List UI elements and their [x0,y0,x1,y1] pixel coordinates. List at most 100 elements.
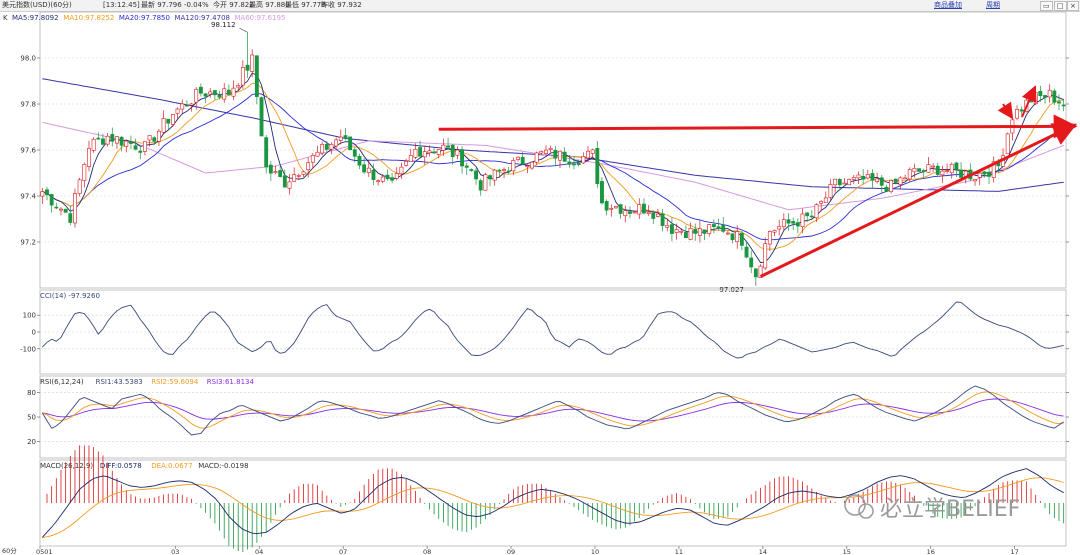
candle-body [618,204,623,214]
down-arrow [997,101,1014,120]
candle-body [959,169,964,178]
rsi-tick-label: 80 [27,389,36,397]
candle-body [711,224,716,228]
candle-body [338,136,343,141]
candle-body [744,246,749,258]
candle-body [455,149,460,156]
price-tick-label: 98.0 [20,55,36,63]
rsi-tick-label: 20 [27,438,36,446]
candle-body [604,201,609,211]
candle-body [805,212,810,217]
candle-body [842,182,847,185]
candle-body [735,231,740,243]
candle-body [861,175,866,180]
candle-body [646,211,651,214]
candle-body [73,193,77,224]
candle-body [348,136,353,151]
candle-body [833,178,838,186]
candle-body [1033,92,1038,104]
candle-body [343,135,348,139]
wechat-icon-bubble [858,503,874,519]
candle-body [282,175,287,188]
cci-tick-label: 0 [32,329,36,337]
candle-body [907,169,912,180]
candle-body [408,155,413,162]
candle-body [931,165,936,168]
legend-rsi1: RSI1:43.5383 [96,378,143,386]
price-tick-label: 97.6 [20,147,36,155]
candle-body [432,151,437,154]
candle-body [651,212,656,219]
candle-body [763,243,768,269]
candle-body [278,170,283,177]
cci-line [41,301,1064,359]
candle-body [516,156,520,160]
candle-body [469,169,474,171]
candle-body [418,147,423,157]
candle-body [208,91,213,95]
candle-body [54,206,59,209]
candle-body [105,135,110,145]
candle-body [156,130,161,142]
candle-body [203,93,208,97]
candle-body [404,161,409,166]
legend-rsi2: RSI2:59.6094 [151,378,199,386]
candle-body [77,179,82,194]
candle-body [1052,90,1057,103]
candle-body [180,103,185,110]
candle-body [632,211,637,214]
candle-body [96,137,101,140]
candle-body [977,172,982,178]
candle-body [772,230,777,233]
price-tick-label: 97.2 [20,239,36,247]
candle-body [362,164,367,173]
candle-body [478,180,483,191]
candle-body [954,162,959,170]
candle-body [707,224,712,234]
candle-body [483,174,488,191]
candle-body [679,230,684,233]
candle-body [212,90,217,96]
candle-body [693,228,698,234]
candle-body [716,226,721,228]
candle-body [287,181,292,189]
candle-body [240,66,245,86]
candle-body [371,169,376,180]
candle-body [497,169,502,172]
candle-body [1043,95,1047,98]
candle-body [926,164,931,173]
candle-body [1015,109,1019,119]
candle-body [749,257,754,268]
legend-dea: DEA:0.0677 [151,462,192,470]
candle-body [879,177,884,186]
candle-body [474,170,478,180]
candle-body [390,177,395,181]
candle-body [544,149,548,154]
candle-body [809,215,814,218]
candle-body [558,150,562,161]
candle-body [600,181,604,204]
candle-body [973,179,977,182]
candle-body [777,226,782,230]
time-tick-label: 09 [507,548,515,555]
candle-body [935,165,940,175]
candle-body [273,171,278,174]
time-tick-label: 16 [927,548,935,555]
time-tick-label: 0501 [36,548,53,555]
legend-ma60: MA60:97.6195 [234,14,285,22]
candle-body [129,141,133,144]
candle-body [147,135,152,141]
candle-body [268,164,273,174]
time-tick-label: 17 [1011,548,1019,555]
candle-body [441,144,446,151]
candle-body [506,170,511,173]
price-tick-label: 97.8 [20,101,36,109]
legend-ma5: MA5:97.8092 [12,14,59,22]
rsi-tick-label: 50 [27,414,36,422]
candle-body [614,206,618,209]
candle-body [1005,133,1010,155]
candle-body [987,171,991,177]
candle-body [110,134,115,142]
candle-body [702,229,707,234]
candle-body [394,173,399,179]
